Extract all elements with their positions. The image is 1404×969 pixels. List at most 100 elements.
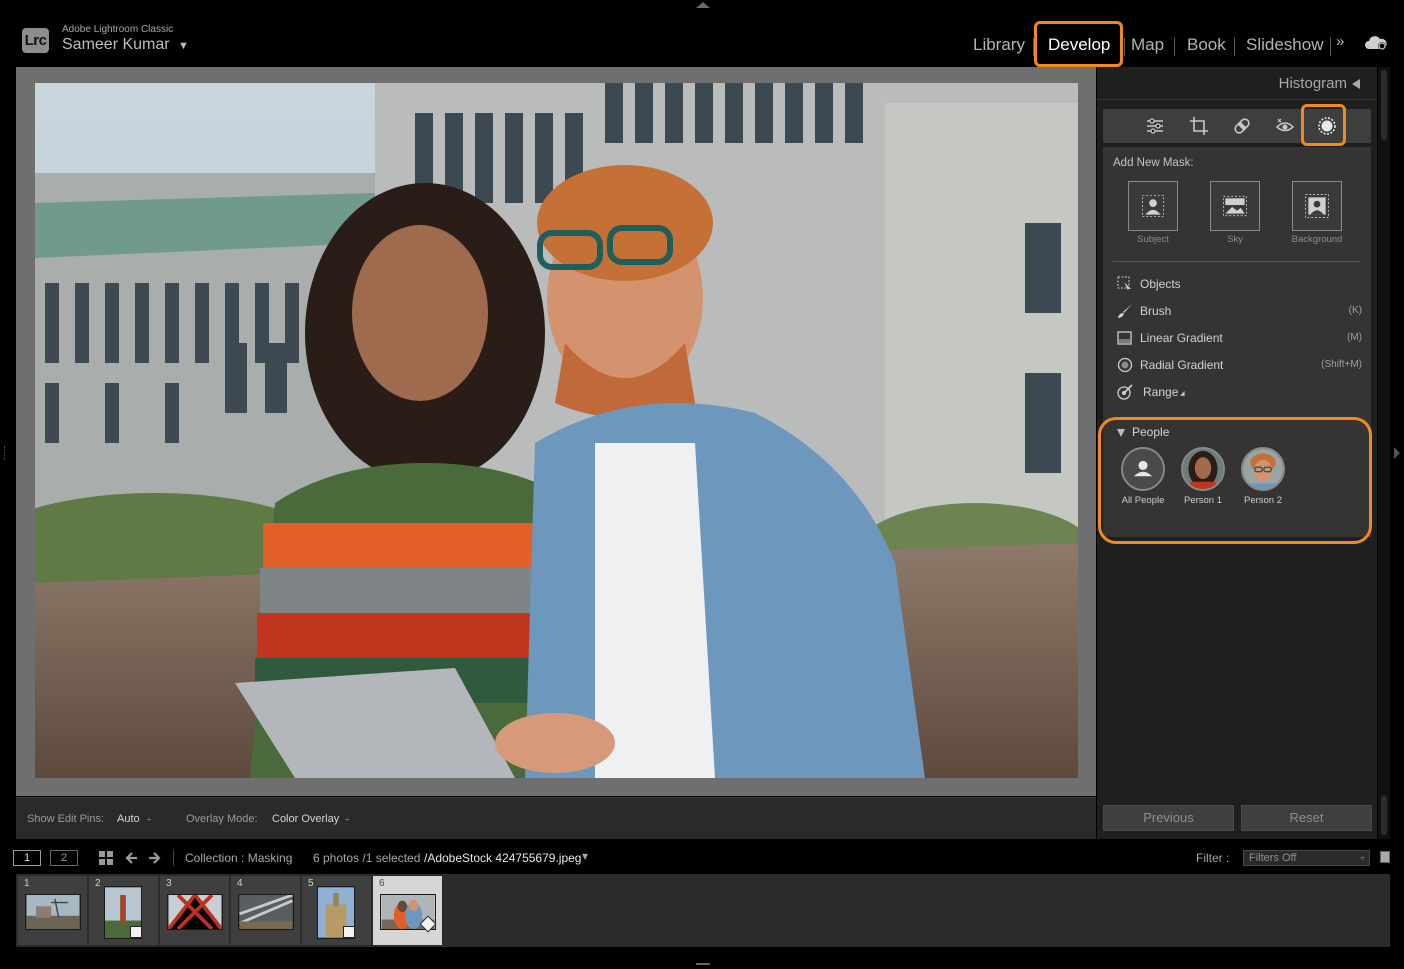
panel-bottom-buttons: Previous Reset (1103, 805, 1372, 831)
edited-badge-icon (130, 926, 142, 938)
grid-view-icon[interactable] (99, 851, 113, 865)
sky-mask-label: Sky (1227, 234, 1243, 245)
overlay-mode-label: Overlay Mode: (186, 813, 258, 825)
mask-tool-label: Radial Gradient (1140, 358, 1224, 372)
filmstrip-cell-1[interactable]: 1 (18, 876, 88, 945)
overlay-mode-select[interactable]: Color Overlay (272, 813, 339, 825)
bottom-panel-toggle-icon[interactable] (696, 963, 710, 965)
right-panel-scrollbar[interactable] (1378, 67, 1390, 839)
filter-value: Filters Off (1249, 852, 1297, 864)
module-separator (1234, 38, 1235, 56)
crop-icon[interactable] (1189, 116, 1209, 136)
photo-count: 6 photos /1 selected (313, 851, 421, 865)
background-mask-button[interactable] (1292, 181, 1342, 231)
selected-filename[interactable]: /AdobeStock 424755679.jpeg (424, 851, 581, 865)
objects-icon (1117, 276, 1133, 292)
filmstrip-cell-3[interactable]: 3 (160, 876, 230, 945)
mask-tool-radial-gradient[interactable]: Radial Gradient (Shift+M) (1103, 355, 1371, 375)
histogram-header[interactable]: Histogram (1097, 67, 1377, 100)
filmstrip-cell-5[interactable]: 5 (302, 876, 372, 945)
divider (173, 850, 174, 866)
cloud-sync-icon[interactable] (1364, 35, 1388, 51)
add-new-mask-label: Add New Mask: (1113, 157, 1194, 169)
back-arrow-icon[interactable] (124, 851, 138, 865)
scrollbar-thumb[interactable] (1381, 70, 1387, 140)
healing-icon[interactable] (1232, 116, 1252, 136)
module-separator (1124, 38, 1125, 56)
overlay-mode-spinner-icon[interactable]: ÷ (345, 815, 349, 824)
bottom-edge (0, 948, 1404, 969)
cell-number: 3 (166, 878, 172, 889)
main-photo[interactable] (35, 83, 1078, 778)
filter-select[interactable]: Filters Off ÷ (1243, 850, 1370, 866)
cell-number: 4 (237, 878, 243, 889)
subject-mask-label: Subject (1137, 234, 1169, 245)
module-book[interactable]: Book (1187, 34, 1226, 56)
collection-label[interactable]: Collection : Masking (185, 851, 292, 865)
module-library[interactable]: Library (973, 34, 1025, 56)
mask-tool-range[interactable]: Range ◢ (1103, 382, 1371, 402)
top-bar: Lrc Adobe Lightroom Classic Sameer Kumar… (0, 0, 1404, 66)
linear-gradient-icon (1117, 330, 1133, 346)
mask-tool-shortcut: (M) (1347, 332, 1362, 343)
photo-image (35, 83, 1078, 778)
cell-number: 5 (308, 878, 314, 889)
filmstrip-cell-2[interactable]: 2 (89, 876, 159, 945)
mask-tool-label: Brush (1140, 304, 1172, 318)
mask-tool-objects[interactable]: Objects (1103, 274, 1371, 294)
identity-dropdown-icon[interactable]: ▼ (178, 40, 189, 52)
filmstrip-cell-6-selected[interactable]: 6 (373, 876, 443, 945)
filmstrip-cell-4[interactable]: 4 (231, 876, 301, 945)
thumbnail-3 (167, 894, 223, 930)
user-name[interactable]: Sameer Kumar (62, 36, 170, 54)
primary-window-button[interactable]: 1 (13, 850, 41, 866)
sky-mask-button[interactable] (1210, 181, 1260, 231)
previous-button[interactable]: Previous (1103, 805, 1234, 831)
range-icon (1117, 384, 1133, 400)
sliders-icon[interactable] (1145, 116, 1165, 136)
top-panel-toggle-arrow[interactable] (696, 2, 710, 8)
scrollbar-thumb-lower[interactable] (1381, 795, 1387, 835)
module-slideshow[interactable]: Slideshow (1246, 34, 1324, 56)
filmstrip: 1 2 3 4 5 6 (16, 874, 1390, 947)
secondary-window-button[interactable]: 2 (50, 850, 78, 866)
thumbnail-1 (25, 894, 81, 930)
red-eye-icon[interactable] (1275, 116, 1295, 136)
filter-lock-icon[interactable] (1380, 851, 1390, 863)
filename-dropdown-icon[interactable]: ▾ (582, 849, 588, 863)
thumbnail-4 (238, 894, 294, 930)
divider (1113, 261, 1361, 262)
mask-tool-linear-gradient[interactable]: Linear Gradient (M) (1103, 328, 1371, 348)
histogram-title[interactable]: Histogram (1279, 75, 1347, 92)
show-edit-pins-select[interactable]: Auto (117, 813, 140, 825)
background-mask-icon (1305, 194, 1329, 218)
lrc-logo: Lrc (22, 28, 49, 53)
app-name: Adobe Lightroom Classic (62, 24, 174, 35)
filter-spinner-icon: ÷ (1360, 853, 1365, 863)
left-panel-toggle[interactable] (4, 446, 7, 460)
radial-gradient-icon (1117, 357, 1133, 373)
cell-number: 1 (24, 878, 30, 889)
mask-tool-label: Objects (1140, 277, 1181, 291)
cell-number: 6 (379, 878, 385, 889)
subject-mask-button[interactable] (1128, 181, 1178, 231)
module-map[interactable]: Map (1131, 34, 1164, 56)
right-panel-toggle-arrow[interactable] (1394, 447, 1400, 459)
show-edit-pins-label: Show Edit Pins: (27, 813, 105, 825)
module-separator (1330, 38, 1331, 56)
show-edit-pins-spinner-icon[interactable]: ÷ (147, 815, 151, 824)
develop-toolbar: Show Edit Pins: Auto ÷ Overlay Mode: Col… (16, 797, 1096, 839)
range-submenu-icon[interactable]: ◢ (1180, 390, 1185, 397)
filmstrip-header: 1 2 Collection : Masking 6 photos /1 sel… (0, 842, 1404, 872)
mask-tool-label: Linear Gradient (1140, 331, 1223, 345)
masking-tool-highlight-annotation (1301, 104, 1346, 146)
mask-tool-brush[interactable]: Brush (K) (1103, 301, 1371, 321)
forward-arrow-icon[interactable] (148, 851, 162, 865)
photo-canvas[interactable] (16, 67, 1096, 796)
histogram-collapse-icon[interactable] (1352, 79, 1360, 89)
mask-tool-shortcut: (K) (1348, 305, 1362, 316)
subject-mask-icon (1141, 194, 1165, 218)
mask-tool-shortcut: (Shift+M) (1321, 359, 1362, 370)
reset-button[interactable]: Reset (1241, 805, 1372, 831)
more-modules-icon[interactable]: » (1336, 33, 1344, 50)
